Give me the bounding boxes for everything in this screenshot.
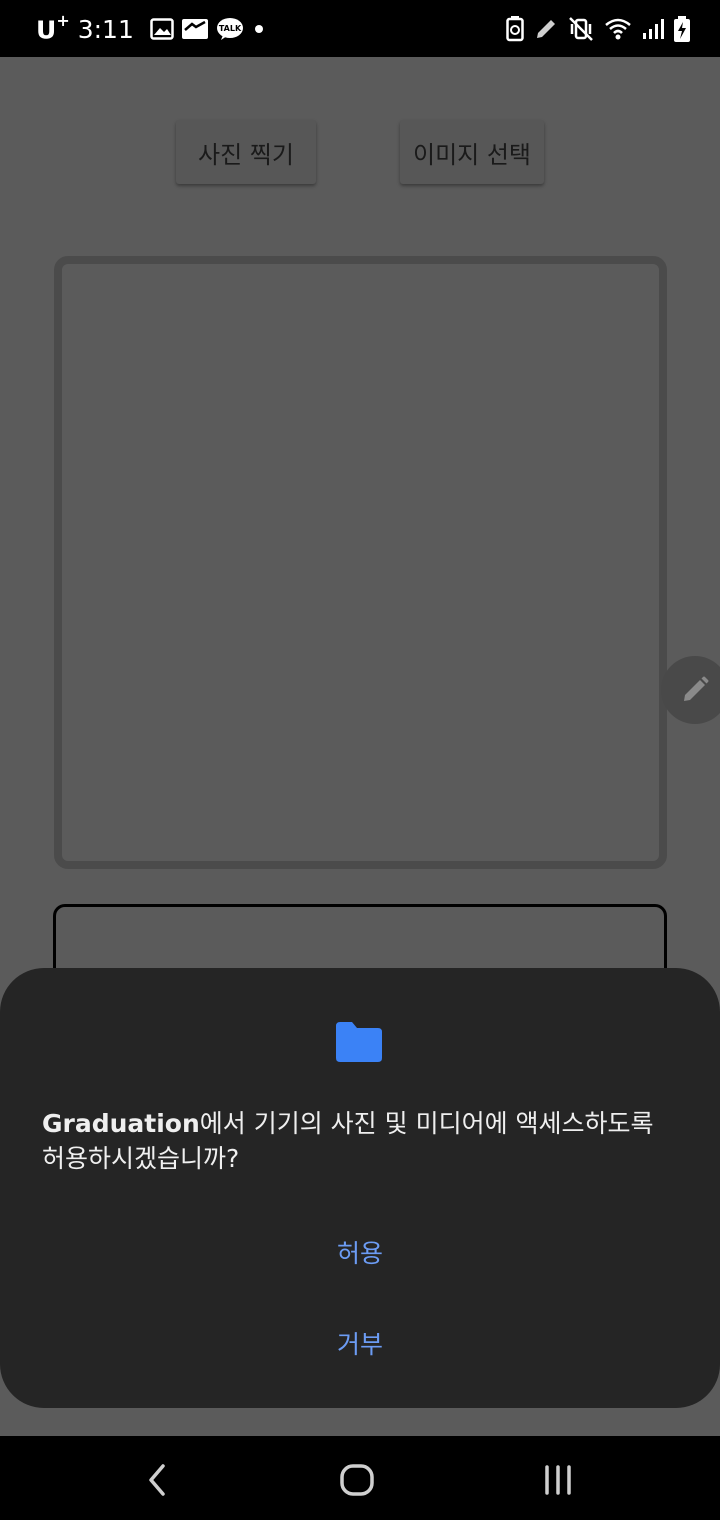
pen-icon bbox=[534, 17, 558, 41]
carrier-label: U+ bbox=[36, 10, 70, 45]
allow-button[interactable]: 허용 bbox=[0, 1234, 720, 1270]
home-button[interactable] bbox=[332, 1458, 382, 1502]
dialog-app-name: Graduation bbox=[42, 1109, 200, 1138]
recents-icon bbox=[540, 1462, 576, 1498]
home-icon bbox=[337, 1462, 377, 1498]
status-bar: U+ 3:11 TALK bbox=[0, 0, 720, 57]
recents-button[interactable] bbox=[533, 1458, 583, 1502]
dot-icon bbox=[252, 22, 266, 36]
dialog-message: Graduation에서 기기의 사진 및 미디어에 액세스하도록 허용하시겠습… bbox=[42, 1106, 682, 1176]
deny-button[interactable]: 거부 bbox=[0, 1325, 720, 1361]
back-icon bbox=[141, 1462, 171, 1498]
image-preview-frame bbox=[54, 256, 667, 869]
svg-text:TALK: TALK bbox=[219, 24, 242, 33]
wifi-icon bbox=[604, 17, 632, 41]
image-icon bbox=[150, 18, 174, 40]
mail-icon bbox=[181, 18, 208, 40]
navigation-bar bbox=[0, 1436, 720, 1520]
kakaotalk-icon: TALK bbox=[216, 17, 244, 41]
folder-icon bbox=[334, 1020, 384, 1064]
edit-fab-button[interactable] bbox=[661, 656, 720, 724]
take-photo-button[interactable]: 사진 찍기 bbox=[176, 120, 316, 184]
status-bar-left: U+ 3:11 TALK bbox=[36, 0, 266, 65]
pencil-icon bbox=[679, 674, 711, 706]
back-button[interactable] bbox=[131, 1458, 181, 1502]
select-image-button[interactable]: 이미지 선택 bbox=[400, 120, 544, 184]
vibrate-mute-icon bbox=[568, 16, 594, 42]
battery-saver-icon bbox=[506, 16, 524, 42]
clock: 3:11 bbox=[77, 14, 134, 44]
signal-icon bbox=[642, 18, 664, 40]
status-bar-right bbox=[506, 14, 690, 44]
battery-charging-icon bbox=[674, 16, 690, 42]
permission-dialog: Graduation에서 기기의 사진 및 미디어에 액세스하도록 허용하시겠습… bbox=[0, 968, 720, 1408]
